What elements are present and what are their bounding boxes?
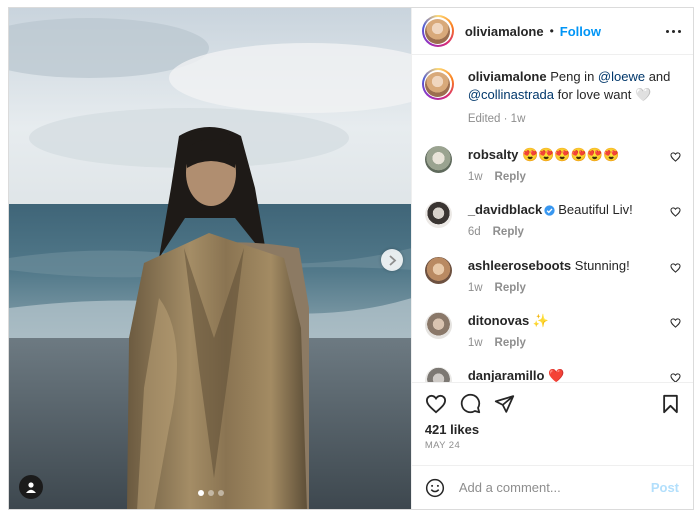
post-date[interactable]: MAY 24 — [425, 440, 679, 451]
follow-button[interactable]: Follow — [560, 24, 601, 39]
commenter-avatar[interactable] — [424, 201, 452, 228]
comment-row: _davidblack Beautiful Liv! 6d Reply — [412, 201, 693, 238]
edited-label: Edited — [467, 113, 501, 125]
mention-link[interactable]: @loewe — [598, 69, 645, 84]
commenter-username[interactable]: _davidblack — [468, 202, 542, 217]
caption-avatar[interactable] — [421, 68, 454, 100]
carousel-dot — [198, 490, 204, 496]
caption-username[interactable]: oliviamalone — [468, 69, 547, 84]
post-photo[interactable] — [9, 8, 411, 509]
user-tag-icon — [26, 482, 36, 493]
user-tags-button[interactable] — [19, 475, 43, 499]
comment-row: robsalty 😍😍😍😍😍😍 1w Reply — [412, 146, 693, 183]
photo-scene — [9, 8, 411, 509]
carousel-dot — [218, 490, 224, 496]
reply-button[interactable]: Reply — [495, 282, 526, 294]
commenter-username[interactable]: ditonovas — [468, 313, 529, 328]
carousel-dot — [208, 490, 214, 496]
comment-row: danjaramillo ❤️ — [412, 367, 693, 382]
comment-input[interactable]: Add a comment... — [459, 480, 651, 495]
emoji-icon[interactable] — [425, 478, 445, 498]
commenter-avatar[interactable] — [424, 312, 452, 339]
meta-separator: · — [503, 113, 511, 125]
reply-button[interactable]: Reply — [495, 171, 526, 183]
caption-text: Peng in — [550, 69, 598, 84]
mention-link[interactable]: @collinastrada — [468, 87, 554, 102]
comment-composer: Add a comment... Post — [411, 465, 693, 509]
commenter-avatar[interactable] — [424, 146, 452, 173]
author-avatar[interactable] — [421, 15, 454, 47]
post-header: oliviamalone • Follow — [411, 8, 693, 55]
bookmark-icon[interactable] — [662, 394, 679, 414]
commenter-avatar[interactable] — [424, 367, 452, 382]
heart-icon[interactable] — [670, 373, 681, 382]
post-comment-button[interactable]: Post — [651, 480, 679, 495]
caption-text: for love want 🤍 — [554, 87, 652, 102]
post-actions: 421 likes MAY 24 — [411, 382, 693, 468]
commenter-avatar[interactable] — [424, 257, 452, 284]
comment-icon[interactable] — [460, 393, 481, 414]
comment-text: Stunning! — [574, 258, 630, 273]
commenter-username[interactable]: danjaramillo — [468, 368, 545, 382]
next-arrow-icon — [388, 254, 396, 266]
comment-row: ditonovas ✨ 1w Reply — [412, 312, 693, 349]
heart-icon[interactable] — [670, 207, 681, 217]
heart-icon[interactable] — [425, 394, 447, 414]
comment-text: ❤️ — [548, 368, 565, 382]
heart-icon[interactable] — [670, 263, 681, 273]
comment-row: ashleeroseboots Stunning! 1w Reply — [412, 257, 693, 294]
reply-button[interactable]: Reply — [495, 337, 526, 349]
comment-time[interactable]: 1w — [468, 337, 483, 349]
reply-button[interactable]: Reply — [493, 226, 524, 238]
next-slide-button[interactable] — [381, 249, 403, 271]
caption-time[interactable]: 1w — [511, 113, 526, 125]
comment-time[interactable]: 1w — [468, 282, 483, 294]
comment-time[interactable]: 6d — [468, 226, 481, 238]
post-side-panel: oliviamalone • Follow oliviamalone Peng … — [410, 8, 693, 509]
comments-list[interactable]: oliviamalone Peng in @loewe and @collina… — [412, 56, 693, 382]
comment-time[interactable]: 1w — [468, 171, 483, 183]
share-icon[interactable] — [494, 394, 515, 414]
carousel-indicator — [198, 490, 224, 496]
commenter-username[interactable]: robsalty — [468, 147, 519, 162]
commenter-username[interactable]: ashleeroseboots — [468, 258, 571, 273]
author-username[interactable]: oliviamalone — [465, 24, 544, 39]
comment-text: Beautiful Liv! — [558, 202, 633, 217]
post-caption: oliviamalone Peng in @loewe and @collina… — [412, 56, 693, 128]
caption-text: and — [645, 69, 671, 84]
verified-badge-icon — [544, 205, 555, 216]
comment-text: 😍😍😍😍😍😍 — [522, 147, 620, 162]
header-separator: • — [549, 24, 554, 38]
heart-icon[interactable] — [670, 318, 681, 328]
comment-text: ✨ — [532, 313, 550, 328]
post-modal: oliviamalone • Follow oliviamalone Peng … — [8, 7, 694, 510]
heart-icon[interactable] — [670, 152, 681, 162]
more-options-icon[interactable] — [666, 29, 681, 33]
likes-count[interactable]: 421 likes — [425, 422, 679, 437]
